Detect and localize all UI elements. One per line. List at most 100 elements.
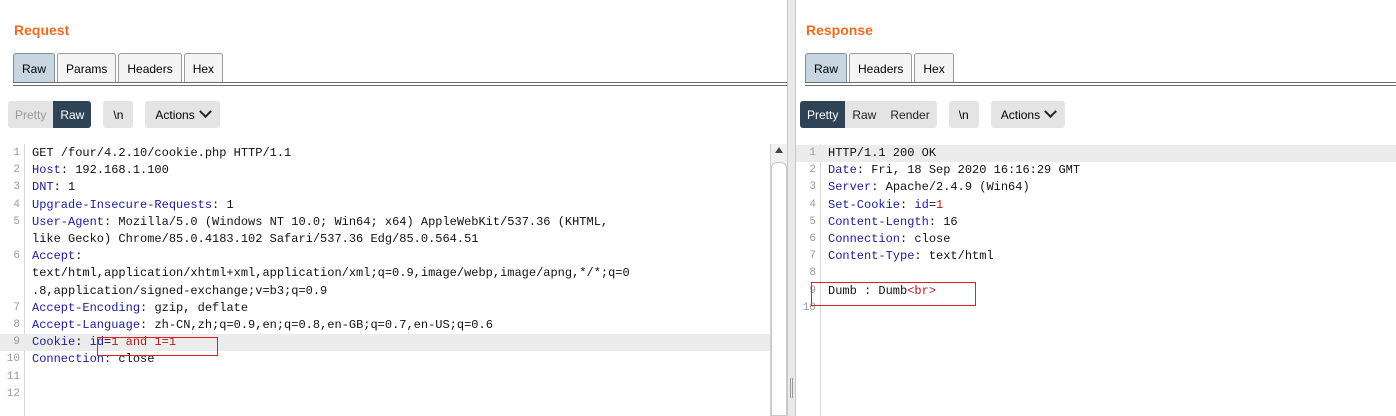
header-separator: :: [53, 180, 69, 195]
scroll-up-icon[interactable]: [775, 147, 783, 153]
header-separator: :: [900, 232, 915, 246]
header-name: Content-Type: [828, 249, 915, 264]
header-separator: :: [871, 180, 886, 195]
code-line: 7 Content-Type: text/html: [796, 248, 1396, 265]
header-separator: :: [212, 197, 227, 212]
header-name: User-Agent: [32, 214, 105, 229]
response-tab-headers[interactable]: Headers: [849, 53, 913, 83]
header-value: GET /four/4.2.10/cookie.php HTTP/1.1: [32, 146, 292, 160]
header-separator: :: [140, 318, 155, 332]
header-name: Server: [828, 180, 872, 195]
header-name: DNT: [32, 180, 54, 195]
line-number: 5: [13, 215, 20, 228]
header-value: HTTP/1.1 200 OK: [828, 146, 937, 160]
header-name: Connection: [828, 232, 901, 246]
code-line: 3 DNT: 1: [0, 179, 770, 196]
line-text: HTTP/1.1 200 OK: [828, 145, 936, 162]
request-tab-hex[interactable]: Hex: [183, 53, 224, 83]
response-render-button[interactable]: Render: [883, 101, 936, 128]
response-pretty-button[interactable]: Pretty: [800, 101, 846, 128]
code-line: like Gecko) Chrome/85.0.4183.102 Safari/…: [0, 231, 770, 248]
request-raw-button[interactable]: Raw: [53, 101, 92, 128]
line-number: 4: [809, 198, 816, 211]
response-actions-button[interactable]: Actions: [990, 101, 1066, 128]
code-line: 8 Accept-Language: zh-CN,zh;q=0.9,en;q=0.…: [0, 317, 770, 334]
response-pane: Response Raw Headers Hex Pretty Raw Rend…: [796, 0, 1396, 416]
body-highlight-box: [811, 282, 976, 306]
tab-divider: [13, 82, 787, 83]
request-newline-button[interactable]: \n: [103, 101, 134, 128]
cookie-name: id: [914, 197, 929, 212]
header-separator: :: [928, 214, 944, 229]
line-text: Accept-Language: zh-CN,zh;q=0.9,en;q=0.8…: [32, 317, 493, 334]
line-number: 4: [13, 198, 20, 211]
line-text: .8,application/signed-exchange;v=b3;q=0.…: [32, 283, 327, 300]
splitter-grip-icon[interactable]: [790, 378, 793, 398]
request-tab-params[interactable]: Params: [57, 53, 117, 83]
header-value: text/html: [928, 249, 994, 264]
scroll-thumb[interactable]: [771, 162, 787, 416]
code-line: 5 User-Agent: Mozilla/5.0 (Windows NT 10.…: [0, 214, 770, 231]
header-separator: :: [900, 197, 915, 212]
code-line: .8,application/signed-exchange;v=b3;q=0.…: [0, 283, 770, 300]
line-number: 9: [13, 336, 20, 349]
line-text: Date: Fri, 18 Sep 2020 16:16:29 GMT: [828, 162, 1080, 179]
line-number: 2: [13, 164, 20, 177]
header-name: Cookie: [32, 335, 76, 350]
request-title: Request: [14, 22, 70, 38]
tab-divider: [805, 82, 1396, 83]
actions-label: Actions: [1000, 107, 1041, 122]
line-text: text/html,application/xhtml+xml,applicat…: [32, 265, 630, 282]
code-line: 5 Content-Length: 16: [796, 214, 1396, 231]
request-actions-button[interactable]: Actions: [145, 101, 220, 128]
chevron-down-icon: [1044, 105, 1057, 119]
line-text: Accept-Encoding: gzip, deflate: [32, 300, 248, 317]
code-line: 1 GET /four/4.2.10/cookie.php HTTP/1.1: [0, 145, 770, 162]
line-number: 8: [13, 319, 20, 331]
response-newline-button[interactable]: \n: [948, 101, 979, 128]
chevron-down-icon: [198, 105, 212, 119]
code-line: 6 Connection: close: [796, 231, 1396, 248]
header-name: Accept-Encoding: [32, 300, 141, 315]
header-value: 1: [226, 197, 234, 212]
header-separator: :: [75, 249, 83, 264]
header-separator: :: [60, 163, 76, 178]
request-pretty-button[interactable]: Pretty: [8, 101, 53, 128]
line-number: 8: [809, 267, 816, 280]
request-tab-headers[interactable]: Headers: [118, 53, 182, 83]
header-name: Date: [828, 163, 857, 178]
response-tab-hex[interactable]: Hex: [914, 53, 954, 83]
header-name: Connection: [32, 352, 105, 367]
header-value: 16: [943, 214, 958, 229]
code-line: 12: [0, 386, 770, 403]
line-number: 1: [13, 147, 20, 159]
line-number: 3: [13, 181, 20, 194]
line-text: Server: Apache/2.4.9 (Win64): [828, 179, 1030, 196]
request-scrollbar[interactable]: [770, 144, 787, 416]
line-number: 7: [13, 301, 20, 314]
header-name: Set-Cookie: [828, 197, 901, 212]
header-value: text/html,application/xhtml+xml,applicat…: [32, 266, 630, 281]
cookie-value: 1: [936, 197, 944, 212]
code-line: 3 Server: Apache/2.4.9 (Win64): [796, 179, 1396, 196]
response-title: Response: [806, 22, 873, 38]
header-value: 1: [68, 180, 76, 195]
request-editor[interactable]: 1 GET /four/4.2.10/cookie.php HTTP/1.1 2 Ho…: [0, 144, 770, 416]
request-tab-raw[interactable]: Raw: [13, 53, 56, 83]
line-number: 1: [809, 147, 816, 159]
header-value: gzip, deflate: [154, 300, 249, 315]
line-text: Host: 192.168.1.100: [32, 162, 169, 179]
tab-divider: [805, 85, 1396, 86]
response-tab-raw[interactable]: Raw: [805, 53, 848, 83]
header-name: Content-Length: [828, 214, 929, 229]
code-line: 2 Host: 192.168.1.100: [0, 162, 770, 179]
line-text: User-Agent: Mozilla/5.0 (Windows NT 10.0…: [32, 214, 608, 231]
line-text: Content-Length: 16: [828, 214, 958, 231]
response-raw-button[interactable]: Raw: [845, 101, 883, 128]
request-toolbar: Pretty Raw \n Actions: [8, 101, 220, 128]
line-text: like Gecko) Chrome/85.0.4183.102 Safari/…: [32, 231, 478, 248]
response-editor[interactable]: 1 HTTP/1.1 200 OK 2 Date: Fri, 18 Sep 2020 …: [796, 144, 1396, 416]
code-line: 8: [796, 265, 1396, 282]
pane-splitter[interactable]: [787, 0, 796, 416]
header-value: zh-CN,zh;q=0.9,en;q=0.8,en-GB;q=0.7,en-U…: [154, 318, 493, 332]
